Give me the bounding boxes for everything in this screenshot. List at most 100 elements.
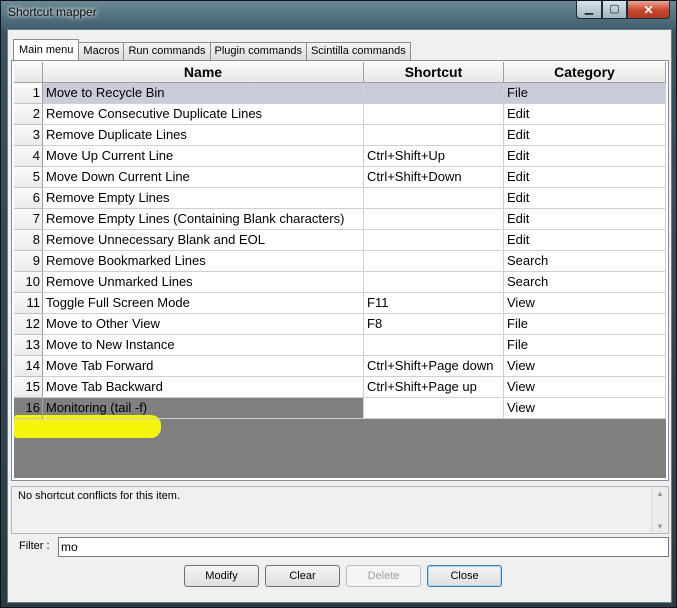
tab-run-commands[interactable]: Run commands	[123, 42, 211, 60]
row-shortcut	[364, 104, 504, 125]
row-category: Edit	[504, 146, 666, 167]
tab-plugin-commands[interactable]: Plugin commands	[209, 42, 307, 60]
tab-bar: Main menu Macros Run commands Plugin com…	[13, 39, 411, 60]
table-row[interactable]: 7 Remove Empty Lines (Containing Blank ch…	[14, 209, 666, 230]
table-row[interactable]: 4 Move Up Current Line Ctrl+Shift+Up Edit	[14, 146, 666, 167]
row-number: 14	[14, 356, 43, 377]
shortcut-grid[interactable]: Name Shortcut Category 1 Move to Recycle …	[14, 62, 666, 478]
table-row[interactable]: 11 Toggle Full Screen Mode F11 View	[14, 293, 666, 314]
row-name: Monitoring (tail -f)	[43, 398, 364, 419]
scroll-up-icon[interactable]: ▲	[656, 489, 664, 498]
row-number: 16	[14, 398, 43, 419]
row-name: Remove Bookmarked Lines	[43, 251, 364, 272]
conflicts-text: No shortcut conflicts for this item.	[18, 490, 180, 502]
row-number-header	[14, 62, 43, 83]
row-number: 5	[14, 167, 43, 188]
title-bar[interactable]: Shortcut mapper ▁ ▢ ✕	[1, 1, 676, 27]
filter-label: Filter :	[19, 540, 50, 552]
row-number: 11	[14, 293, 43, 314]
row-category: File	[504, 83, 666, 104]
row-category: Edit	[504, 167, 666, 188]
conflicts-info-box: No shortcut conflicts for this item. ▲ ▼	[11, 486, 669, 534]
table-row[interactable]: 2 Remove Consecutive Duplicate Lines Edit	[14, 104, 666, 125]
dialog-client: Main menu Macros Run commands Plugin com…	[7, 29, 672, 603]
filter-input[interactable]	[58, 537, 669, 557]
row-name: Remove Consecutive Duplicate Lines	[43, 104, 364, 125]
row-category: Search	[504, 272, 666, 293]
row-name: Move Tab Forward	[43, 356, 364, 377]
scroll-down-icon[interactable]: ▼	[656, 522, 664, 531]
clear-button[interactable]: Clear	[265, 565, 340, 587]
row-shortcut	[364, 230, 504, 251]
shortcut-column-header[interactable]: Shortcut	[364, 62, 504, 83]
row-name: Remove Duplicate Lines	[43, 125, 364, 146]
row-shortcut: F8	[364, 314, 504, 335]
name-column-header[interactable]: Name	[43, 62, 364, 83]
row-name: Move Down Current Line	[43, 167, 364, 188]
row-name: Remove Empty Lines (Containing Blank cha…	[43, 209, 364, 230]
row-number: 15	[14, 377, 43, 398]
row-shortcut	[364, 188, 504, 209]
table-row[interactable]: 5 Move Down Current Line Ctrl+Shift+Down Ed…	[14, 167, 666, 188]
row-name: Move to Recycle Bin	[43, 83, 364, 104]
row-number: 10	[14, 272, 43, 293]
row-shortcut: F11	[364, 293, 504, 314]
modify-button[interactable]: Modify	[184, 565, 259, 587]
tab-main-menu[interactable]: Main menu	[13, 39, 80, 60]
grid-header: Name Shortcut Category	[14, 62, 666, 83]
tab-scintilla-commands[interactable]: Scintilla commands	[305, 42, 411, 60]
row-number: 1	[14, 83, 43, 104]
minimize-icon[interactable]: ▁	[576, 1, 602, 19]
window-title: Shortcut mapper	[8, 5, 97, 19]
row-category: Edit	[504, 209, 666, 230]
row-shortcut: Ctrl+Shift+Page down	[364, 356, 504, 377]
grid-rows: 1 Move to Recycle Bin File 2 Remove Consecut…	[14, 83, 666, 438]
table-row[interactable]: 1 Move to Recycle Bin File	[14, 83, 666, 104]
row-shortcut	[364, 125, 504, 146]
row-shortcut: Ctrl+Shift+Page up	[364, 377, 504, 398]
table-row[interactable]: 16 Monitoring (tail -f) View	[14, 398, 666, 419]
close-button[interactable]: Close	[427, 565, 502, 587]
row-number: 8	[14, 230, 43, 251]
row-name: Move to Other View	[43, 314, 364, 335]
delete-button[interactable]: Delete	[346, 565, 421, 587]
row-category: File	[504, 335, 666, 356]
row-number: 2	[14, 104, 43, 125]
row-shortcut	[364, 398, 504, 419]
row-number: 4	[14, 146, 43, 167]
table-row[interactable]: 14 Move Tab Forward Ctrl+Shift+Page down Vi…	[14, 356, 666, 377]
row-category: Edit	[504, 230, 666, 251]
conflicts-scrollbar[interactable]: ▲ ▼	[651, 487, 668, 533]
table-row[interactable]: 6 Remove Empty Lines Edit	[14, 188, 666, 209]
row-number: 9	[14, 251, 43, 272]
table-row[interactable]: 8 Remove Unnecessary Blank and EOL Edit	[14, 230, 666, 251]
row-number: 3	[14, 125, 43, 146]
row-number: 7	[14, 209, 43, 230]
table-row[interactable]: 13 Move to New Instance File	[14, 335, 666, 356]
row-name: Move to New Instance	[43, 335, 364, 356]
shortcut-mapper-window: Shortcut mapper ▁ ▢ ✕ Main menu Macros R…	[0, 0, 677, 608]
row-shortcut	[364, 272, 504, 293]
row-shortcut: Ctrl+Shift+Up	[364, 146, 504, 167]
row-shortcut	[364, 83, 504, 104]
maximize-icon[interactable]: ▢	[602, 1, 627, 19]
row-category: Search	[504, 251, 666, 272]
table-row[interactable]: 9 Remove Bookmarked Lines Search	[14, 251, 666, 272]
row-category: File	[504, 314, 666, 335]
row-name: Move Tab Backward	[43, 377, 364, 398]
row-number: 6	[14, 188, 43, 209]
table-row[interactable]: 10 Remove Unmarked Lines Search	[14, 272, 666, 293]
row-category: Edit	[504, 104, 666, 125]
row-category: Edit	[504, 125, 666, 146]
category-column-header[interactable]: Category	[504, 62, 666, 83]
filter-row: Filter :	[16, 537, 671, 557]
row-name: Remove Unmarked Lines	[43, 272, 364, 293]
close-icon[interactable]: ✕	[627, 1, 670, 19]
row-category: View	[504, 356, 666, 377]
row-name: Move Up Current Line	[43, 146, 364, 167]
table-row[interactable]: 12 Move to Other View F8 File	[14, 314, 666, 335]
row-category: View	[504, 398, 666, 419]
table-row[interactable]: 15 Move Tab Backward Ctrl+Shift+Page up Vie…	[14, 377, 666, 398]
table-row[interactable]: 3 Remove Duplicate Lines Edit	[14, 125, 666, 146]
tab-macros[interactable]: Macros	[78, 42, 125, 60]
